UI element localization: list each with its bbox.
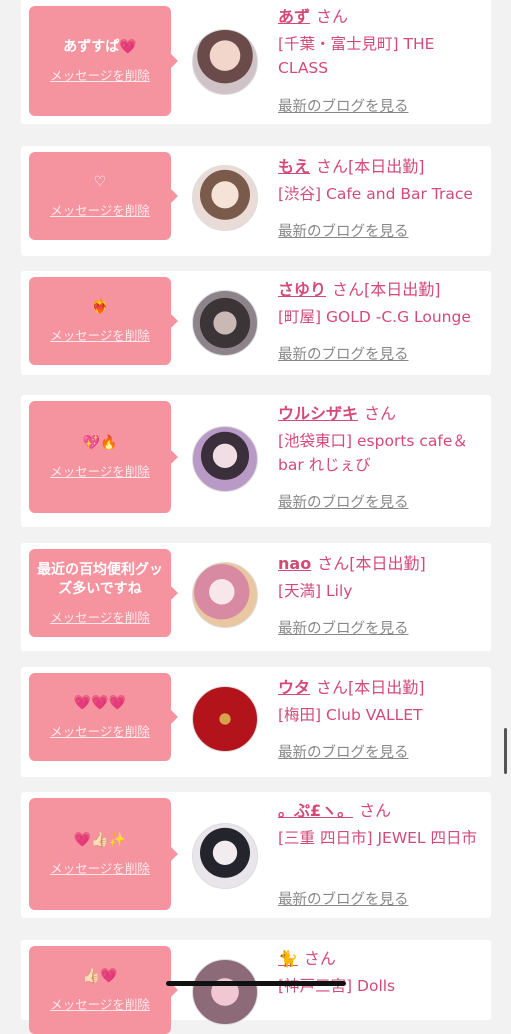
shop-name: [町屋] GOLD -C.G Lounge [278,308,471,326]
latest-blog-link[interactable]: 最新のブログを見る [278,220,409,241]
message-bubble: 💖🔥 メッセージを削除 [29,401,178,513]
honorific: さん [317,554,350,573]
latest-blog-link[interactable]: 最新のブログを見る [278,491,409,512]
honorific: さん [303,949,336,968]
honorific: さん [332,280,365,299]
status-badge: [本日出勤] [348,678,425,697]
cast-name-link[interactable]: さゆり [278,280,326,299]
shop-name: [池袋東口] esports cafe＆bar れじぇび [278,432,468,474]
cast-name-link[interactable]: ウタ [278,678,310,697]
cast-name-link[interactable]: 🐈 [278,949,298,968]
status-badge: [本日出勤] [364,280,441,299]
message-bubble: 最近の百均便利グッズ多いですね メッセージを削除 [29,549,178,637]
delete-message-link[interactable]: メッセージを削除 [50,607,150,626]
honorific: さん [316,157,349,176]
message-text: 最近の百均便利グッズ多いですね [37,561,163,597]
delete-message-link[interactable]: メッセージを削除 [50,994,150,1013]
delete-message-link[interactable]: メッセージを削除 [50,65,150,84]
message-bubble: 👍🏻💗 メッセージを削除 [29,946,178,1034]
honorific: さん [316,7,349,26]
scrollbar[interactable] [504,728,507,774]
message-bubble: 💗💗💗 メッセージを削除 [29,673,178,761]
list-item: 💖🔥 メッセージを削除 ウルシザキ さん [池袋東口] esports cafe＆… [21,395,491,527]
cast-name-link[interactable]: もえ [278,157,310,176]
honorific: さん [316,678,349,697]
latest-blog-link[interactable]: 最新のブログを見る [278,888,409,909]
message-bubble: ♡ メッセージを削除 [29,152,178,240]
avatar[interactable] [192,290,258,356]
cast-name-link[interactable]: あず [278,7,310,26]
avatar[interactable] [192,562,258,628]
shop-name: [渋谷] Cafe and Bar Trace [278,185,473,203]
shop-name: [梅田] Club VALLET [278,706,423,724]
latest-blog-link[interactable]: 最新のブログを見る [278,617,409,638]
list-item: 💗👍🏻✨ メッセージを削除 。ぷ£ヽ。 さん [三重 四日市] JEWEL 四日市… [21,792,491,918]
cast-name-link[interactable]: nao [278,554,311,573]
shop-name: [千葉・富士見町] THE CLASS [278,35,435,77]
list-item: 💗💗💗 メッセージを削除 ウタ さん[本日出勤] [梅田] Club VALLET… [21,667,491,777]
avatar[interactable] [192,959,258,1025]
avatar[interactable] [192,29,258,95]
avatar[interactable] [192,823,258,889]
message-bubble: ❤️‍🔥 メッセージを削除 [29,277,178,365]
home-indicator[interactable] [166,981,346,986]
latest-blog-link[interactable]: 最新のブログを見る [278,741,409,762]
delete-message-link[interactable]: メッセージを削除 [50,200,150,219]
message-text: 💖🔥 [82,435,118,451]
cast-name-link[interactable]: 。ぷ£ヽ。 [278,801,353,820]
list-item: あずすぱ💗 メッセージを削除 あず さん [千葉・富士見町] THE CLASS … [21,0,491,124]
shop-name: [天満] Lily [278,582,353,600]
message-text: 💗👍🏻✨ [73,832,127,848]
avatar[interactable] [192,165,258,231]
delete-message-link[interactable]: メッセージを削除 [50,721,150,740]
list-item: 最近の百均便利グッズ多いですね メッセージを削除 nao さん[本日出勤] [天満… [21,543,491,651]
message-bubble: あずすぱ💗 メッセージを削除 [29,6,178,116]
avatar[interactable] [192,426,258,492]
latest-blog-link[interactable]: 最新のブログを見る [278,95,409,116]
latest-blog-link[interactable]: 最新のブログを見る [278,343,409,364]
honorific: さん [359,801,392,820]
delete-message-link[interactable]: メッセージを削除 [50,325,150,344]
shop-name: [神戸三宮] Dolls [278,977,396,995]
list-item: ❤️‍🔥 メッセージを削除 さゆり さん[本日出勤] [町屋] GOLD -C.G… [21,271,491,375]
message-text: 💗💗💗 [73,695,127,711]
message-bubble: 💗👍🏻✨ メッセージを削除 [29,798,178,910]
delete-message-link[interactable]: メッセージを削除 [50,461,150,480]
shop-name: [三重 四日市] JEWEL 四日市 [278,829,477,847]
message-text: 👍🏻💗 [82,968,118,984]
status-badge: [本日出勤] [348,157,425,176]
message-text: ♡ [93,174,107,190]
avatar[interactable] [192,686,258,752]
message-text: あずすぱ💗 [63,39,137,55]
status-badge: [本日出勤] [349,554,426,573]
honorific: さん [364,404,397,423]
message-text: ❤️‍🔥 [91,299,109,315]
cast-name-link[interactable]: ウルシザキ [278,404,358,423]
list-item: 👍🏻💗 メッセージを削除 🐈 さん [神戸三宮] Dolls [21,940,491,1034]
list-item: ♡ メッセージを削除 もえ さん[本日出勤] [渋谷] Cafe and Bar … [21,146,491,256]
delete-message-link[interactable]: メッセージを削除 [50,858,150,877]
